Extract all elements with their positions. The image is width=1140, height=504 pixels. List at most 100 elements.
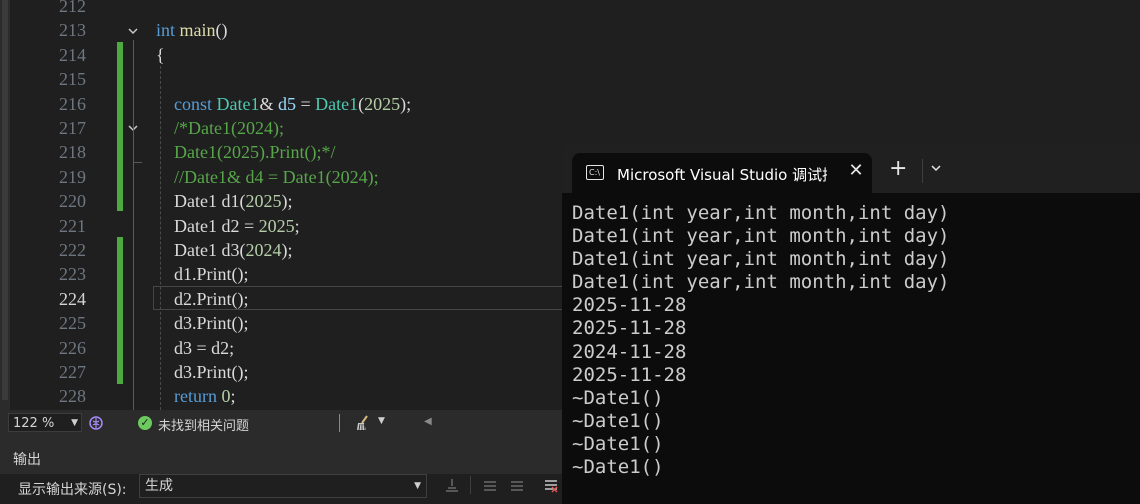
code-token: d3 = d2;	[174, 337, 235, 358]
line-number: 215	[59, 69, 86, 90]
code-line[interactable]: 214 {	[0, 43, 1140, 67]
code-token: const	[174, 93, 217, 114]
console-tab-bar: C:\ Microsoft Visual Studio 调试控 ✕ +	[562, 145, 1140, 193]
divider	[922, 159, 923, 183]
code-text: d3.Print();	[156, 311, 249, 335]
code-text: /*Date1(2024);	[156, 116, 284, 140]
zoom-value: 122 %	[13, 416, 55, 431]
zoom-dropdown[interactable]: 122 % ▼	[8, 413, 82, 432]
dropdown-arrow-icon[interactable]: ▼	[378, 416, 385, 426]
line-number: 217	[59, 118, 86, 138]
code-token: /*Date1(2024);	[174, 118, 284, 138]
code-text: {	[156, 43, 165, 67]
code-line[interactable]: 213 int main()	[0, 18, 1140, 42]
new-tab-icon[interactable]: +	[889, 158, 907, 180]
code-token: Date1	[174, 240, 217, 260]
console-line: ~Date1()	[572, 409, 664, 432]
code-text: int main()	[156, 18, 228, 42]
code-token: ();	[231, 313, 249, 334]
console-title: Microsoft Visual Studio 调试控	[617, 166, 827, 184]
code-token: Print	[196, 313, 232, 334]
console-window[interactable]: C:\ Microsoft Visual Studio 调试控 ✕ + Date…	[562, 145, 1140, 504]
line-number: 226	[59, 337, 86, 358]
code-token: );	[281, 191, 293, 212]
code-token: d2.	[174, 288, 197, 309]
line-number: 222	[59, 240, 86, 260]
output-source-value: 生成	[145, 478, 173, 494]
issues-status[interactable]: 未找到相关问题	[158, 415, 249, 434]
code-text: return 0;	[156, 384, 236, 408]
code-line[interactable]: 216 const Date1& d5 = Date1(2025);	[0, 92, 1140, 116]
code-token: d5	[278, 93, 296, 114]
console-line: ~Date1()	[572, 432, 664, 455]
code-text: const Date1& d5 = Date1(2025);	[156, 92, 411, 116]
dropdown-arrow-icon: ▼	[414, 481, 421, 491]
line-number: 224	[59, 288, 86, 309]
code-token: 2025	[245, 191, 282, 212]
code-token: 2024	[245, 240, 282, 260]
chevron-down-icon[interactable]	[929, 160, 943, 174]
console-line: Date1(int year,int month,int day)	[572, 225, 950, 248]
code-token: Date1	[216, 93, 260, 114]
code-text: Date1 d2 = 2025;	[156, 214, 300, 238]
line-number: 220	[59, 191, 86, 212]
code-token: 2025	[364, 93, 401, 114]
line-number: 212	[59, 0, 86, 16]
code-token: Date1(2025).Print();*/	[174, 142, 336, 163]
line-number: 228	[59, 386, 86, 407]
dropdown-arrow-icon: ▼	[71, 418, 78, 428]
broom-icon[interactable]	[354, 414, 372, 432]
line-number: 218	[59, 142, 86, 163]
close-icon[interactable]: ✕	[846, 159, 866, 183]
find-message-icon[interactable]	[443, 476, 461, 494]
code-token: Date1	[174, 215, 217, 236]
console-line: ~Date1()	[572, 386, 664, 409]
console-tab[interactable]: C:\ Microsoft Visual Studio 调试控 ✕	[572, 153, 872, 193]
next-message-icon[interactable]	[508, 476, 526, 494]
output-panel-title: 输出	[13, 452, 41, 468]
code-token: );	[281, 240, 293, 260]
code-line[interactable]: 215	[0, 67, 1140, 91]
console-line: ~Date1()	[572, 456, 664, 479]
line-number: 227	[59, 362, 86, 382]
code-token: Print	[196, 362, 232, 382]
code-token: ();	[231, 362, 249, 382]
separator	[470, 476, 471, 494]
output-source-select[interactable]: 生成 ▼	[139, 474, 427, 498]
code-token: &	[259, 93, 278, 114]
code-token: ();	[231, 288, 249, 309]
code-text: Date1 d1(2025);	[156, 189, 292, 213]
code-token: {	[156, 44, 165, 65]
code-token: ;	[230, 386, 236, 407]
code-token: return	[174, 386, 222, 407]
code-token: =	[296, 93, 316, 114]
scroll-left-icon[interactable]: ◀	[424, 416, 432, 427]
code-line[interactable]: 212	[0, 0, 1140, 18]
clear-all-icon[interactable]	[542, 476, 560, 494]
code-token: Date1	[174, 191, 217, 212]
code-text: d3 = d2;	[156, 336, 234, 360]
console-icon: C:\	[586, 165, 604, 180]
console-line: 2024-11-28	[572, 340, 687, 363]
console-line: Date1(int year,int month,int day)	[572, 248, 950, 271]
intellicode-icon[interactable]	[88, 415, 104, 431]
prev-message-icon[interactable]	[481, 476, 499, 494]
console-output: Date1(int year,int month,int day) Date1(i…	[572, 202, 950, 479]
code-token: Print	[196, 288, 232, 309]
code-text: Date1 d3(2024);	[156, 238, 292, 262]
line-number: 221	[59, 215, 86, 236]
code-line[interactable]: 217 /*Date1(2024);	[0, 116, 1140, 140]
console-line: 2025-11-28	[572, 294, 687, 317]
code-text: d2.Print();	[156, 287, 249, 311]
code-token: d1.	[174, 264, 197, 285]
